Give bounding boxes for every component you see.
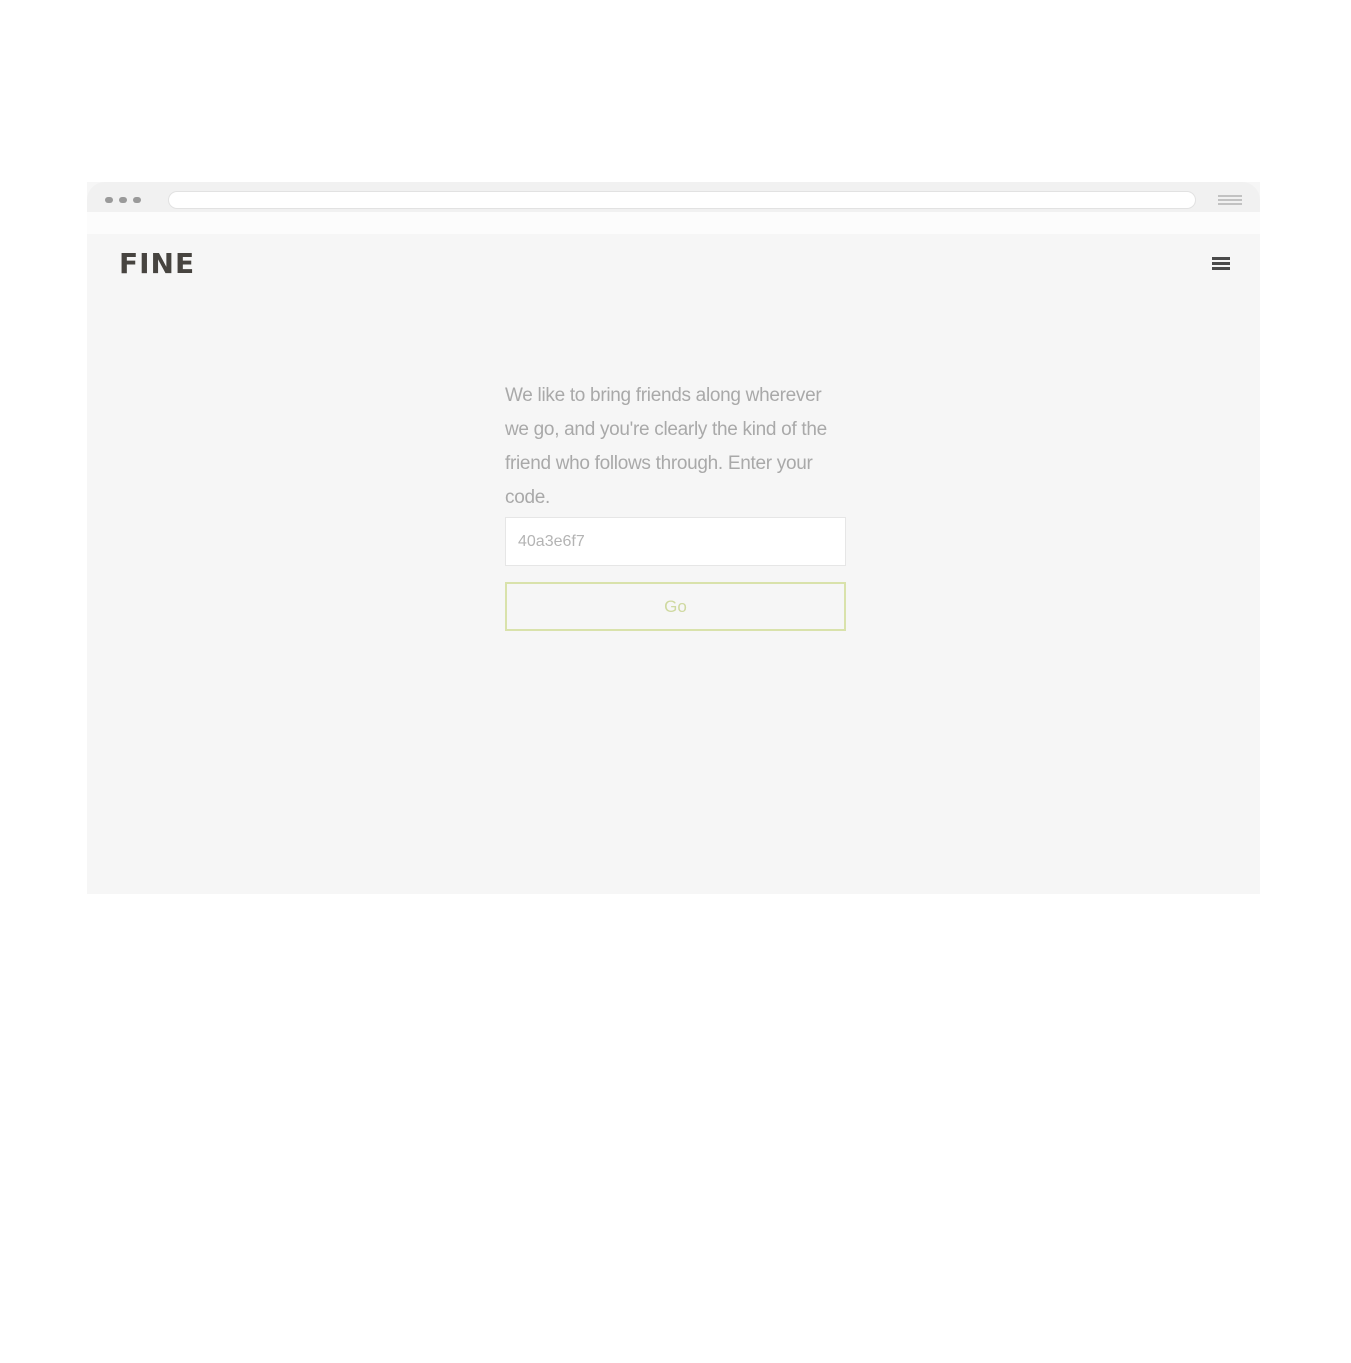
window-dot-icon	[105, 197, 113, 203]
browser-chrome-bar	[87, 182, 1260, 234]
window-controls	[105, 197, 141, 203]
browser-menu-icon[interactable]	[1218, 195, 1242, 205]
page-content: FINE We like to bring friends along wher…	[87, 234, 1260, 894]
window-dot-icon	[133, 197, 141, 203]
code-input[interactable]	[505, 517, 846, 566]
site-logo[interactable]: FINE	[119, 247, 195, 280]
hamburger-menu-icon[interactable]	[1212, 257, 1230, 272]
go-button[interactable]: Go	[505, 582, 846, 631]
browser-window: FINE We like to bring friends along wher…	[87, 182, 1260, 894]
window-dot-icon	[119, 197, 127, 203]
intro-text: We like to bring friends along wherever …	[505, 385, 827, 508]
address-bar[interactable]	[168, 191, 1196, 209]
